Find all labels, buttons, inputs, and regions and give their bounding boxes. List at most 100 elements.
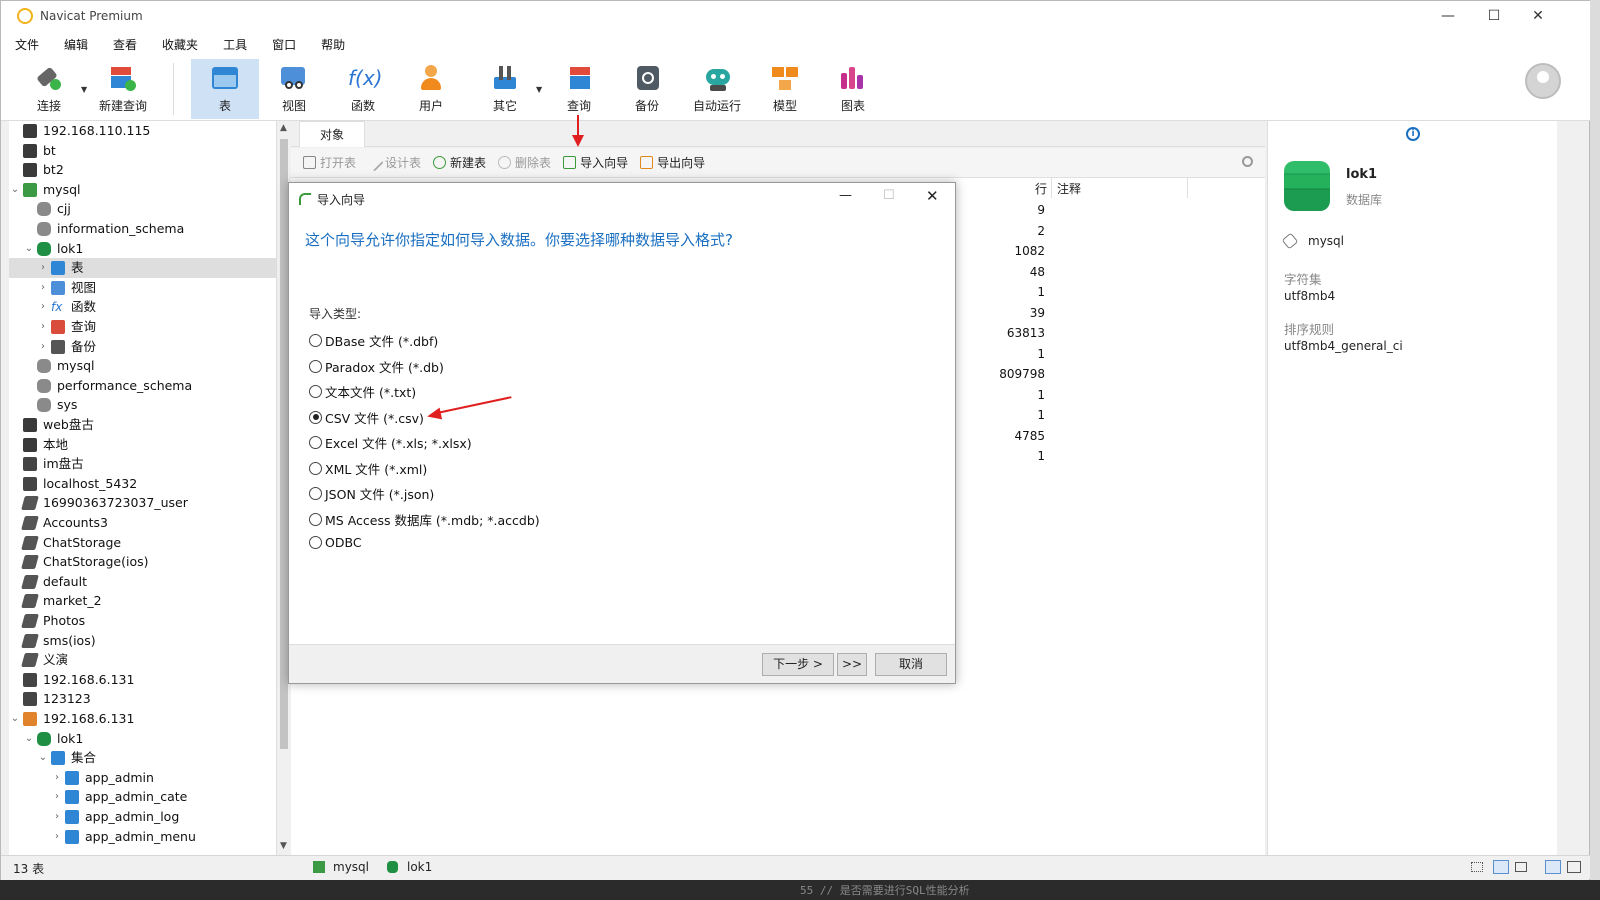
chevron-down-icon[interactable]: ⌄ xyxy=(23,239,35,259)
radio-csv[interactable]: CSV 文件 (*.csv) xyxy=(309,408,424,427)
status-database[interactable]: lok1 xyxy=(407,860,432,874)
tab-objects[interactable]: 对象 xyxy=(299,121,365,147)
tree-item-connection[interactable]: market_2 xyxy=(9,591,102,611)
tree-item-database[interactable]: information_schema xyxy=(23,219,184,239)
user-button[interactable]: 用户 xyxy=(401,59,461,119)
dialog-minimize-icon[interactable]: — xyxy=(839,188,852,203)
tree-item-connection[interactable]: bt2 xyxy=(9,160,64,180)
menu-tools[interactable]: 工具 xyxy=(223,36,247,53)
delete-table-button[interactable]: 删除表 xyxy=(498,154,551,171)
menu-file[interactable]: 文件 xyxy=(15,36,39,53)
tree-item-connection[interactable]: Photos xyxy=(9,611,85,631)
minimize-icon[interactable]: — xyxy=(1437,7,1459,25)
next-button[interactable]: 下一步 > xyxy=(762,653,834,676)
user-avatar[interactable] xyxy=(1525,63,1561,99)
chevron-right-icon[interactable]: › xyxy=(37,337,49,357)
tree-item-connection[interactable]: 本地 xyxy=(9,435,68,455)
chevron-right-icon[interactable]: › xyxy=(51,768,63,788)
tree-item-connection[interactable]: bt xyxy=(9,141,56,161)
tree-item-connection[interactable]: 16990363723037_user xyxy=(9,493,188,513)
split-pane-icon[interactable] xyxy=(1567,861,1581,873)
tree-item-connection[interactable]: web盘古 xyxy=(9,415,94,435)
info-icon[interactable]: i xyxy=(1406,127,1420,141)
other-dropdown-icon[interactable]: ▼ xyxy=(536,85,542,94)
open-table-button[interactable]: 打开表 xyxy=(303,154,356,171)
connect-dropdown-icon[interactable]: ▼ xyxy=(81,85,87,94)
view-button[interactable]: 视图 xyxy=(263,59,325,119)
chevron-down-icon[interactable]: ⌄ xyxy=(37,748,49,768)
chevron-right-icon[interactable]: › xyxy=(51,787,63,807)
tree-item-connection[interactable]: 192.168.6.131 xyxy=(9,670,134,690)
radio-xml[interactable]: XML 文件 (*.xml) xyxy=(309,459,427,478)
chevron-right-icon[interactable]: › xyxy=(37,278,49,298)
tree-item-connection-mongodb[interactable]: ⌄ 192.168.6.131 xyxy=(9,709,134,729)
chevron-down-icon[interactable]: ⌄ xyxy=(23,729,35,749)
connect-button[interactable]: 连接 xyxy=(21,59,77,119)
design-table-button[interactable]: 设计表 xyxy=(365,153,421,172)
tree-item-tables[interactable]: › 表 xyxy=(9,258,276,279)
tree-item-functions[interactable]: › fx 函数 xyxy=(37,297,96,317)
radio-json[interactable]: JSON 文件 (*.json) xyxy=(309,484,434,503)
function-button[interactable]: f(x) 函数 xyxy=(333,59,393,119)
tree-item-backups[interactable]: › 备份 xyxy=(37,337,96,357)
radio-button[interactable] xyxy=(309,359,322,373)
tree-item-connection[interactable]: default xyxy=(9,572,87,592)
table-button[interactable]: 表 xyxy=(191,59,259,119)
tree-item-connection[interactable]: ChatStorage(ios) xyxy=(9,552,149,572)
radio-paradox[interactable]: Paradox 文件 (*.db) xyxy=(309,357,444,376)
backup-button[interactable]: 备份 xyxy=(617,59,677,119)
radio-excel[interactable]: Excel 文件 (*.xls; *.xlsx) xyxy=(309,433,472,452)
tree-item-connection[interactable]: ChatStorage xyxy=(9,533,121,553)
column-header-comment[interactable]: 注释 xyxy=(1057,180,1081,197)
other-button[interactable]: 其它 xyxy=(475,59,535,119)
automation-button[interactable]: 自动运行 xyxy=(685,59,749,119)
info-pane-toggle-icon[interactable] xyxy=(1545,860,1561,874)
tree-item-collections[interactable]: ⌄ 集合 xyxy=(37,748,96,768)
radio-button[interactable] xyxy=(309,512,322,526)
radio-ms-access[interactable]: MS Access 数据库 (*.mdb; *.accdb) xyxy=(309,510,540,529)
radio-button-selected[interactable] xyxy=(309,410,322,424)
dialog-close-icon[interactable]: ✕ xyxy=(926,187,939,205)
scroll-up-icon[interactable]: ▲ xyxy=(280,123,287,133)
search-icon[interactable] xyxy=(1242,156,1253,167)
tree-item-collection[interactable]: › app_admin_cate xyxy=(51,787,187,807)
tree-item-connection-mysql[interactable]: ⌄ mysql xyxy=(9,180,81,200)
cancel-button[interactable]: 取消 xyxy=(875,653,947,676)
tree-item-connection[interactable]: localhost_5432 xyxy=(9,474,137,494)
status-connection[interactable]: mysql xyxy=(333,860,369,874)
radio-button[interactable] xyxy=(309,385,322,398)
detail-view-icon[interactable] xyxy=(1515,862,1527,872)
import-wizard-button[interactable]: 导入向导 xyxy=(563,154,628,171)
radio-button[interactable] xyxy=(309,487,322,500)
skip-to-end-button[interactable]: >> xyxy=(837,653,867,676)
export-wizard-button[interactable]: 导出向导 xyxy=(640,154,705,171)
chevron-right-icon[interactable]: › xyxy=(37,297,49,317)
tree-item-connection[interactable]: 192.168.110.115 xyxy=(9,121,150,141)
menu-help[interactable]: 帮助 xyxy=(321,36,345,53)
query-button[interactable]: 查询 xyxy=(549,59,609,119)
chevron-right-icon[interactable]: › xyxy=(37,317,49,337)
chevron-right-icon[interactable]: › xyxy=(51,807,63,827)
radio-button[interactable] xyxy=(309,461,322,475)
tree-item-connection[interactable]: 义演 xyxy=(9,650,68,670)
chevron-right-icon[interactable]: › xyxy=(51,827,63,847)
tree-item-collection[interactable]: › app_admin_log xyxy=(51,807,179,827)
menu-edit[interactable]: 编辑 xyxy=(64,36,88,53)
tree-item-database[interactable]: cjj xyxy=(23,199,71,219)
tree-item-connection[interactable]: Accounts3 xyxy=(9,513,108,533)
menu-favorites[interactable]: 收藏夹 xyxy=(162,36,198,53)
tree-item-database[interactable]: sys xyxy=(23,395,77,415)
chevron-down-icon[interactable]: ⌄ xyxy=(9,709,21,729)
radio-button[interactable] xyxy=(309,436,322,449)
tree-item-database-lok1[interactable]: ⌄ lok1 xyxy=(23,239,83,259)
new-query-button[interactable]: 新建查询 xyxy=(95,59,151,119)
radio-text[interactable]: 文本文件 (*.txt) xyxy=(309,382,416,401)
new-table-button[interactable]: 新建表 xyxy=(433,154,486,171)
maximize-icon[interactable]: ☐ xyxy=(1483,7,1505,25)
tree-item-collection[interactable]: › app_admin xyxy=(51,768,154,788)
tree-item-connection[interactable]: 123123 xyxy=(9,689,91,709)
chart-button[interactable]: 图表 xyxy=(825,59,881,119)
close-icon[interactable]: ✕ xyxy=(1527,7,1549,25)
radio-odbc[interactable]: ODBC xyxy=(309,535,362,550)
radio-button[interactable] xyxy=(309,334,322,347)
